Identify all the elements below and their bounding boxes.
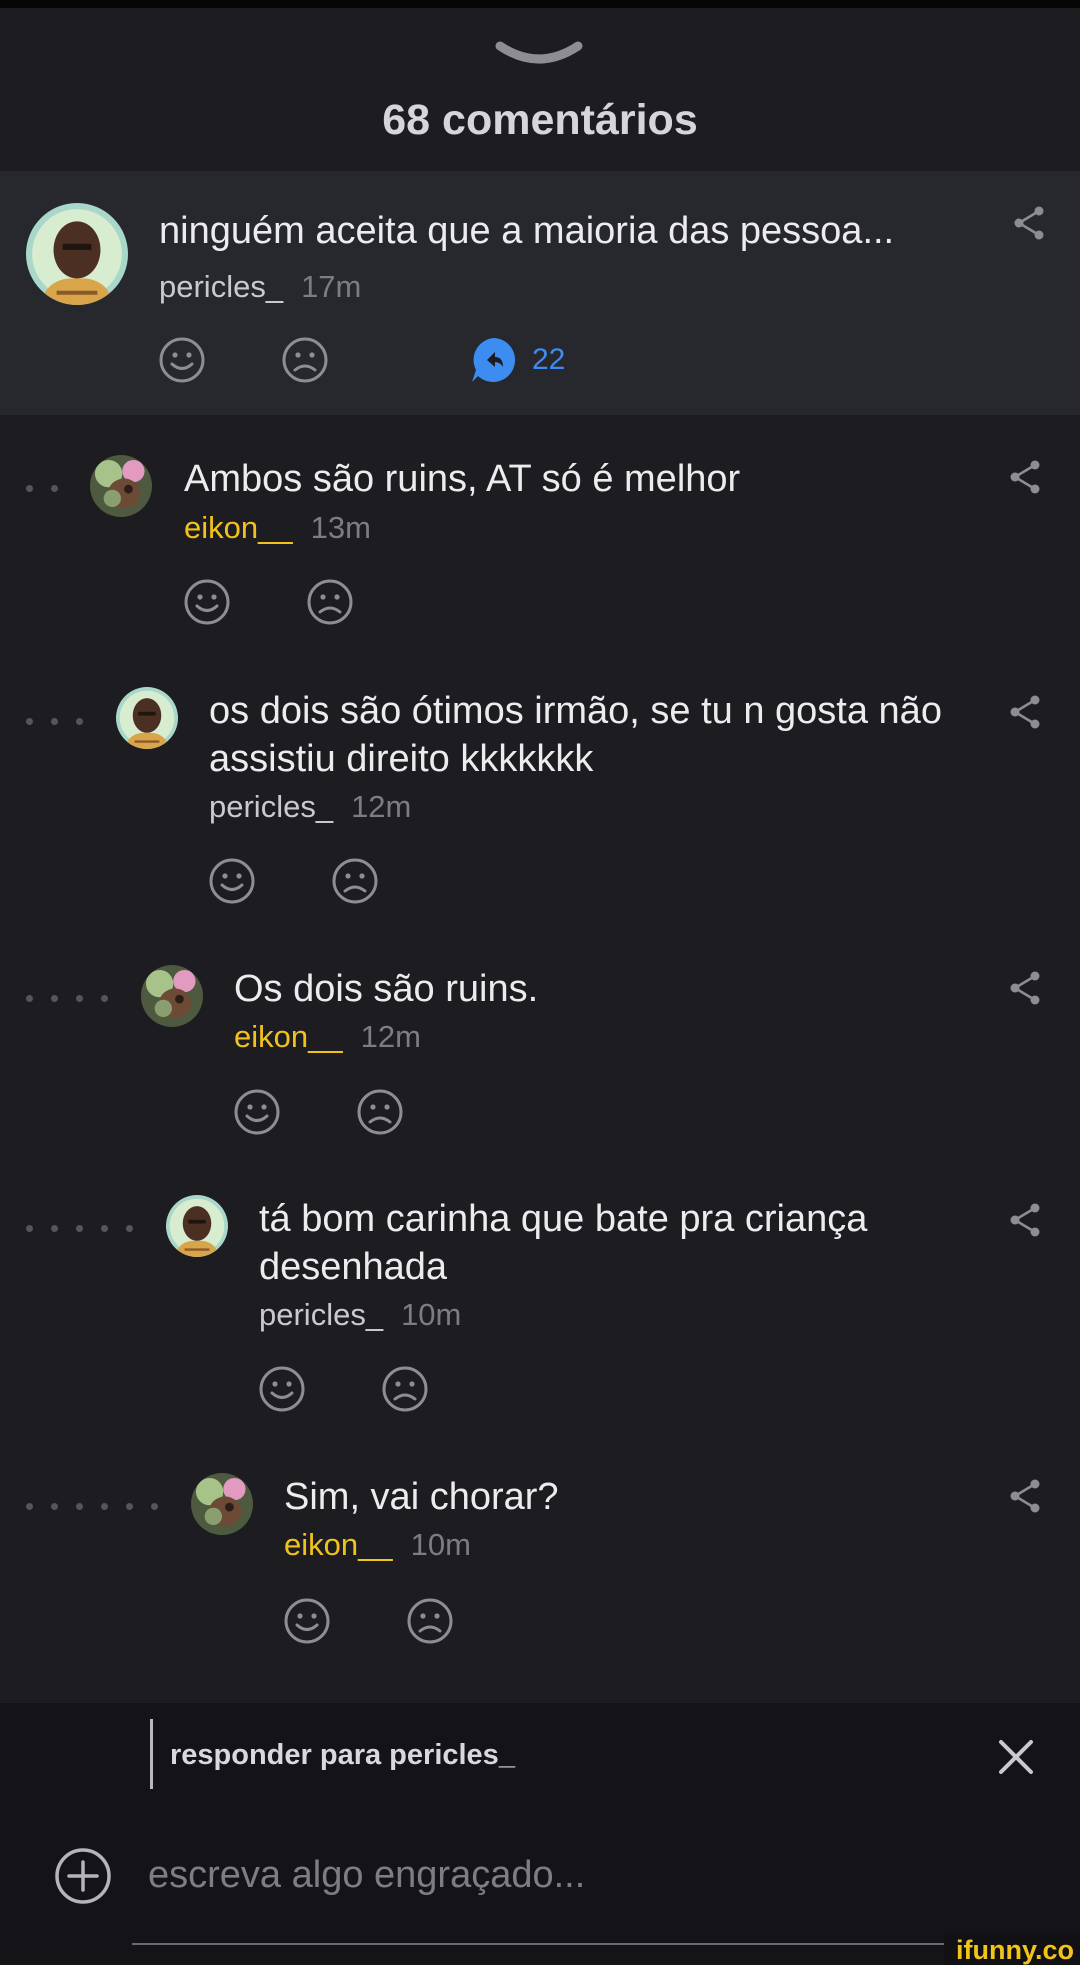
comment-reply-1[interactable]: Ambos são ruins, AT só é melhor eikon__ 1…: [0, 415, 1080, 647]
chevron-down-icon[interactable]: [494, 38, 584, 72]
reply-indicator-line: [150, 1719, 153, 1789]
avatar[interactable]: [116, 687, 178, 749]
comment-reply-2[interactable]: os dois são ótimos irmão, se tu n gosta …: [0, 647, 1080, 925]
avatar[interactable]: [90, 455, 152, 517]
username[interactable]: pericles_: [159, 269, 283, 304]
timestamp: 10m: [410, 1527, 471, 1562]
comment-reply-3[interactable]: Os dois são ruins. eikon__ 12m: [0, 925, 1080, 1155]
comment-text: Ambos são ruins, AT só é melhor: [184, 458, 741, 500]
timestamp: 10m: [401, 1297, 462, 1332]
comment-reply-5[interactable]: Sim, vai chorar? eikon__ 10m: [0, 1433, 1080, 1703]
comment-meta: eikon__ 10m: [284, 1527, 471, 1563]
share-icon[interactable]: [1008, 970, 1042, 1006]
comment-text: Sim, vai chorar?: [284, 1476, 559, 1518]
comment-text: Os dois são ruins.: [234, 968, 539, 1010]
timestamp: 12m: [351, 789, 412, 824]
comments-header: 68 comentários: [0, 8, 1080, 171]
page-title: 68 comentários: [382, 96, 698, 144]
sad-icon[interactable]: [380, 1364, 430, 1414]
share-icon[interactable]: [1008, 1478, 1042, 1514]
smile-icon[interactable]: [257, 1364, 307, 1414]
comment-meta: eikon__ 12m: [234, 1019, 421, 1055]
smile-icon[interactable]: [157, 335, 207, 385]
smile-icon[interactable]: [207, 856, 257, 906]
comment-meta: pericles_ 17m: [159, 269, 361, 305]
comment-text: os dois são ótimos irmão, se tu n gosta …: [209, 690, 942, 780]
sad-icon[interactable]: [305, 577, 355, 627]
watermark: ifunny.co: [944, 1935, 1080, 1965]
smile-icon[interactable]: [182, 577, 232, 627]
input-underline: [132, 1943, 947, 1945]
timestamp: 13m: [310, 510, 371, 545]
username[interactable]: pericles_: [209, 789, 333, 824]
username[interactable]: eikon__: [234, 1019, 343, 1054]
comment-meta: eikon__ 13m: [184, 510, 371, 546]
username[interactable]: eikon__: [184, 510, 293, 545]
comment-meta: pericles_ 12m: [209, 789, 411, 825]
reply-count: 22: [532, 343, 566, 376]
avatar[interactable]: [26, 203, 128, 305]
reply-target-label: responder para pericles_: [170, 1739, 515, 1771]
username[interactable]: pericles_: [259, 1297, 383, 1332]
comment-text: ninguém aceita que a maioria das pessoa.…: [159, 210, 895, 252]
parent-comment[interactable]: ninguém aceita que a maioria das pessoa.…: [0, 171, 1080, 415]
share-icon[interactable]: [1008, 459, 1042, 495]
status-strip: [0, 0, 1080, 8]
comment-reply-4[interactable]: tá bom carinha que bate pra criança dese…: [0, 1155, 1080, 1433]
replies-button[interactable]: 22: [470, 336, 565, 384]
avatar[interactable]: [166, 1195, 228, 1257]
comment-input[interactable]: [148, 1847, 948, 1903]
timestamp: 12m: [360, 1019, 421, 1054]
sad-icon[interactable]: [330, 856, 380, 906]
smile-icon[interactable]: [232, 1087, 282, 1137]
comment-meta: pericles_ 10m: [259, 1297, 461, 1333]
sad-icon[interactable]: [280, 335, 330, 385]
reply-bubble-icon: [472, 338, 516, 382]
avatar[interactable]: [141, 965, 203, 1027]
smile-icon[interactable]: [282, 1596, 332, 1646]
share-icon[interactable]: [1008, 1202, 1042, 1238]
reply-composer: responder para pericles_: [0, 1703, 1080, 1965]
sad-icon[interactable]: [355, 1087, 405, 1137]
share-icon[interactable]: [1008, 694, 1042, 730]
timestamp: 17m: [301, 269, 362, 304]
add-attachment-icon[interactable]: [53, 1846, 113, 1906]
username[interactable]: eikon__: [284, 1527, 393, 1562]
comment-text: tá bom carinha que bate pra criança dese…: [259, 1198, 868, 1288]
share-icon[interactable]: [1012, 205, 1046, 241]
avatar[interactable]: [191, 1473, 253, 1535]
close-icon[interactable]: [996, 1737, 1036, 1777]
sad-icon[interactable]: [405, 1596, 455, 1646]
